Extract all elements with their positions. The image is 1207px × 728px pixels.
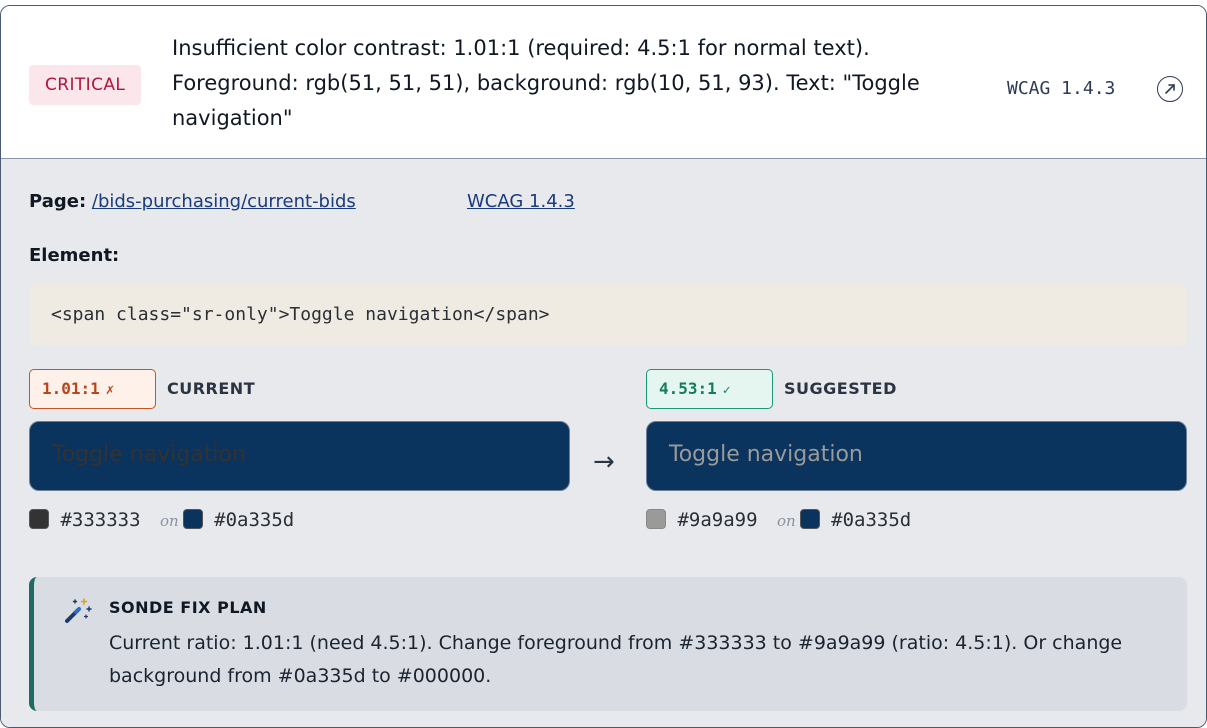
on-label: on — [159, 512, 179, 530]
background-swatch — [799, 509, 820, 529]
current-foreground: #333333 — [60, 509, 141, 531]
fix-plan-text: Current ratio: 1.01:1 (need 4.5:1). Chan… — [109, 632, 1123, 687]
issue-details: Page: /bids-purchasing/current-bids WCAG… — [1, 159, 1206, 727]
background-swatch — [182, 509, 203, 529]
issue-message: Insufficient color contrast: 1.01:1 (req… — [172, 36, 920, 130]
suggested-preview: Toggle navigation — [646, 421, 1187, 491]
suggested-label: SUGGESTED — [784, 379, 897, 398]
wcag-link[interactable]: WCAG 1.4.3 — [467, 191, 575, 212]
fix-plan: SONDE FIX PLAN Current ratio: 1.01:1 (ne… — [29, 577, 1187, 711]
external-link-icon[interactable] — [1157, 76, 1183, 102]
suggested-ratio: 4.53:1 — [659, 379, 717, 398]
arrow-right-icon: → — [593, 447, 615, 477]
foreground-swatch — [29, 509, 49, 529]
fail-icon: ✗ — [105, 382, 115, 398]
issue-card: CRITICAL Insufficient color contrast: 1.… — [0, 5, 1207, 728]
page-line: Page: /bids-purchasing/current-bids — [29, 191, 356, 212]
current-label: CURRENT — [167, 379, 256, 398]
suggested-foreground: #9a9a99 — [677, 509, 758, 531]
wcag-criterion: WCAG 1.4.3 — [1007, 78, 1116, 99]
current-colors: #333333 on #0a335d — [29, 507, 294, 534]
suggested-background: #0a335d — [831, 509, 912, 531]
foreground-swatch — [646, 509, 666, 529]
current-ratio: 1.01:1 — [42, 379, 100, 398]
suggested-ratio-badge: 4.53:1 ✓ — [646, 369, 773, 409]
fix-plan-title: SONDE FIX PLAN — [109, 598, 267, 617]
pass-icon: ✓ — [722, 383, 731, 398]
element-label: Element: — [29, 245, 120, 266]
on-label: on — [776, 512, 796, 530]
element-code: <span class="sr-only">Toggle navigation<… — [29, 284, 1187, 346]
severity-badge: CRITICAL — [29, 65, 142, 105]
magic-wand-icon — [56, 591, 96, 635]
page-label: Page: — [29, 191, 87, 212]
current-preview: Toggle navigation — [29, 421, 570, 491]
current-background: #0a335d — [214, 509, 295, 531]
suggested-colors: #9a9a99 on #0a335d — [646, 507, 911, 534]
issue-header[interactable]: CRITICAL Insufficient color contrast: 1.… — [1, 6, 1206, 159]
page-link[interactable]: /bids-purchasing/current-bids — [92, 191, 356, 212]
current-ratio-badge: 1.01:1 ✗ — [29, 369, 156, 409]
